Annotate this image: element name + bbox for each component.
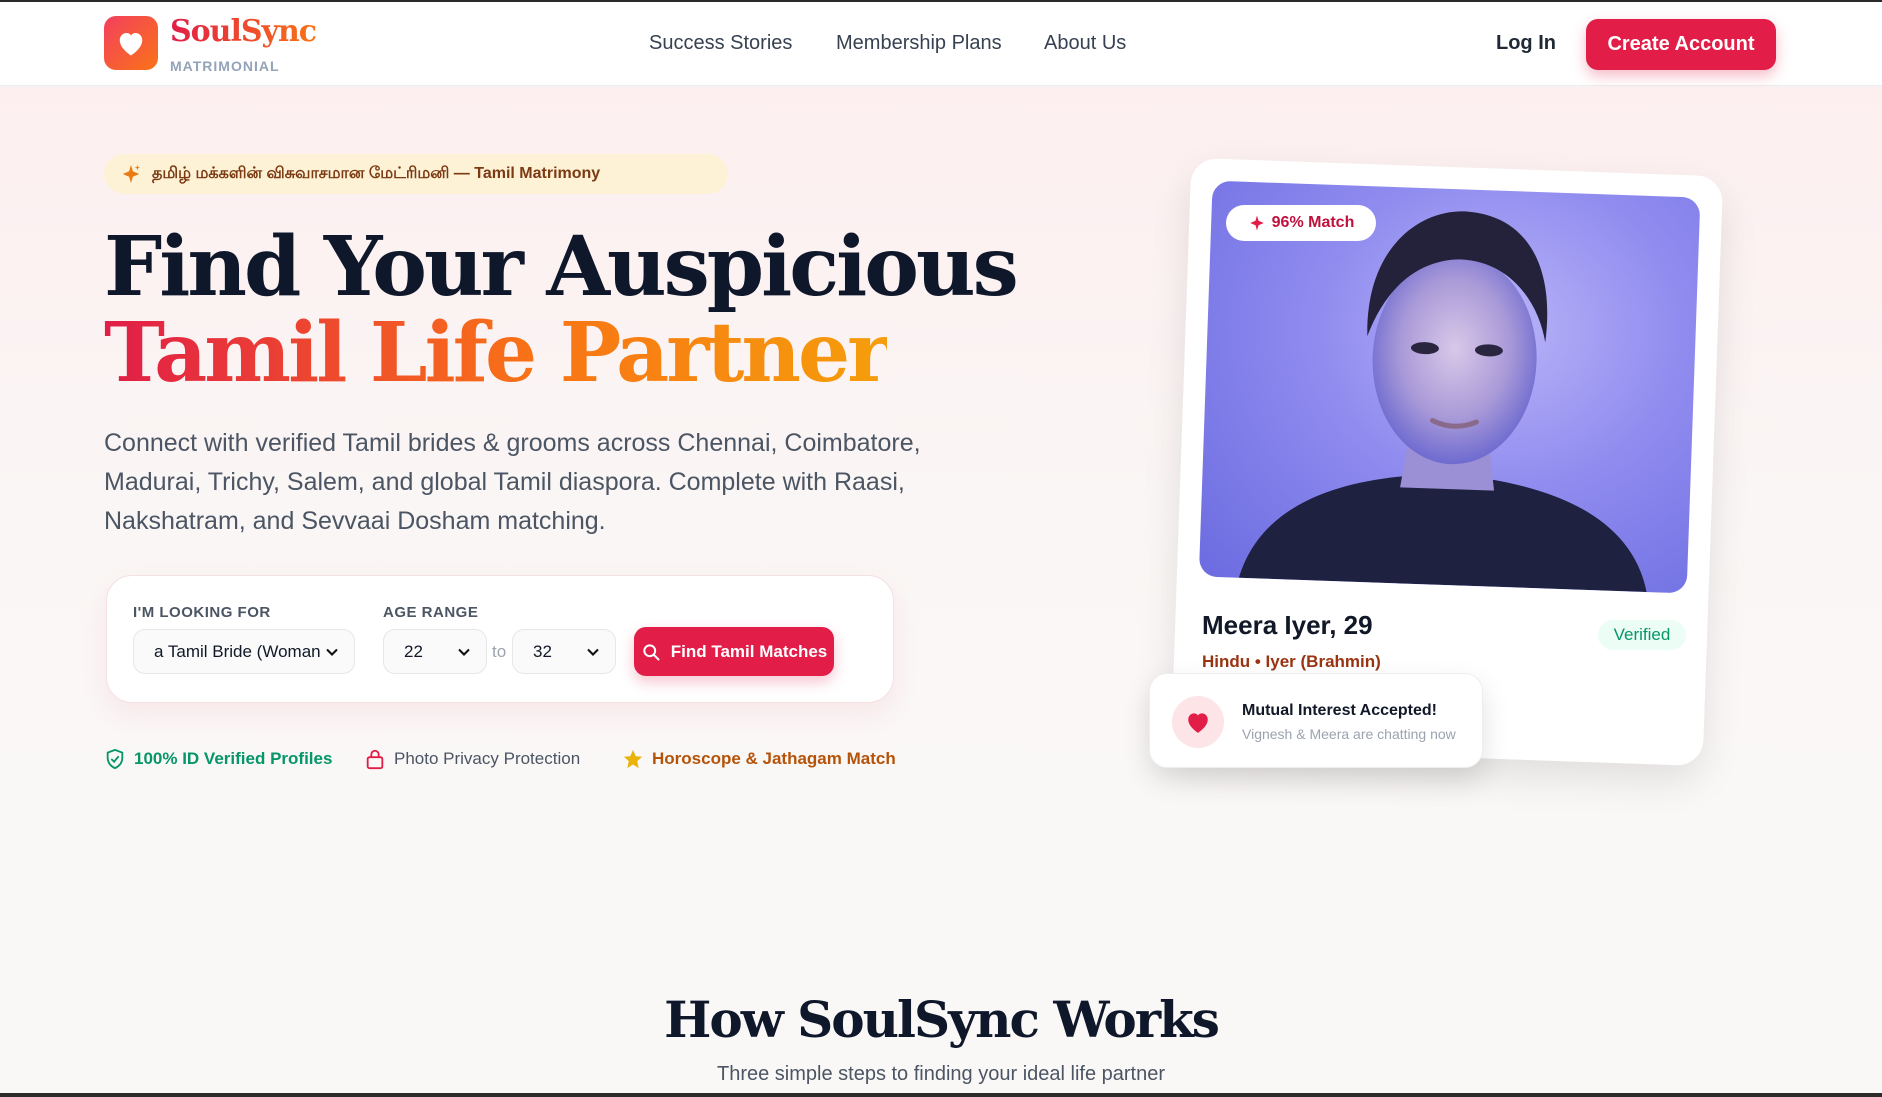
sparkle-icon — [1249, 215, 1264, 231]
age-max-select[interactable]: 32 — [512, 629, 616, 674]
profile-name[interactable]: Meera Iyer, 29 — [1202, 610, 1373, 641]
profile-community: Hindu • Iyer (Brahmin) — [1202, 652, 1381, 671]
hero-title-line2: Tamil Life Partner — [104, 305, 890, 401]
hero-title-line1: Find Your Auspicious — [104, 219, 1019, 315]
age-min-value: 22 — [404, 641, 423, 661]
profile-portrait — [1238, 211, 1647, 593]
sparkle-icon — [122, 164, 141, 184]
mutual-interest-toast: Mutual Interest Accepted! Vignesh & Meer… — [1149, 673, 1483, 768]
trust-privacy-label: Photo Privacy Protection — [394, 749, 581, 768]
heart-icon — [1188, 713, 1208, 733]
logo[interactable] — [104, 16, 158, 70]
how-it-works-subtitle: Three simple steps to finding your ideal… — [716, 1063, 1165, 1085]
toast-subtitle: Vignesh & Meera are chatting now — [1242, 726, 1456, 742]
nav-membership-plans[interactable]: Membership Plans — [836, 32, 1002, 55]
heart-icon — [119, 33, 143, 56]
profile-photo[interactable] — [1198, 180, 1701, 594]
login-link[interactable]: Log In — [1496, 32, 1556, 55]
trust-verified-label: 100% ID Verified Profiles — [134, 749, 333, 768]
age-to-label: to — [492, 642, 507, 661]
lock-icon — [366, 749, 384, 770]
toast-title: Mutual Interest Accepted! — [1242, 702, 1437, 719]
hero-tag: தமிழ் மக்களின் விசுவாசமான மேட்ரிமனி — Ta… — [104, 154, 728, 194]
chevron-down-icon — [587, 648, 599, 656]
trust-horoscope: Horoscope & Jathagam Match — [622, 748, 896, 770]
shield-check-icon — [106, 748, 124, 770]
how-it-works-title: How SoulSync Works — [664, 990, 1220, 1049]
verified-badge: Verified — [1598, 620, 1686, 650]
trust-verified: 100% ID Verified Profiles — [104, 748, 332, 770]
hero-tag-text: தமிழ் மக்களின் விசுவாசமான மேட்ரிமனி — Ta… — [152, 165, 601, 182]
window-bottom-border — [0, 1093, 1882, 1097]
trust-horoscope-label: Horoscope & Jathagam Match — [652, 749, 896, 768]
age-range-label: AGE RANGE — [383, 604, 479, 621]
nav-about-us[interactable]: About Us — [1044, 32, 1126, 55]
looking-for-label: I'M LOOKING FOR — [133, 604, 271, 621]
brand-subtitle: MATRIMONIAL — [170, 58, 280, 74]
site-header: SoulSync MATRIMONIAL Success Stories Mem… — [0, 2, 1882, 86]
toast-heart-badge — [1172, 696, 1224, 748]
chevron-down-icon — [458, 648, 470, 656]
nav-success-stories[interactable]: Success Stories — [649, 32, 792, 55]
trust-privacy: Photo Privacy Protection — [364, 748, 580, 770]
create-account-button[interactable]: Create Account — [1586, 19, 1776, 70]
find-matches-button[interactable]: Find Tamil Matches — [634, 627, 834, 676]
star-icon — [623, 749, 643, 769]
hero-description: Connect with verified Tamil brides & gro… — [104, 429, 921, 535]
age-max-value: 32 — [533, 641, 552, 661]
looking-for-value: a Tamil Bride (Woman — [154, 641, 321, 661]
brand-name[interactable]: SoulSync — [170, 14, 317, 49]
match-percent: 96% Match — [1271, 214, 1355, 231]
find-matches-label: Find Tamil Matches — [670, 641, 828, 661]
chevron-down-icon — [326, 648, 338, 656]
age-min-select[interactable]: 22 — [383, 629, 487, 674]
match-badge: 96% Match — [1226, 205, 1376, 241]
search-card: I'M LOOKING FOR a Tamil Bride (Woman AGE… — [106, 575, 894, 703]
search-icon — [643, 643, 660, 660]
looking-for-select[interactable]: a Tamil Bride (Woman — [133, 629, 355, 674]
